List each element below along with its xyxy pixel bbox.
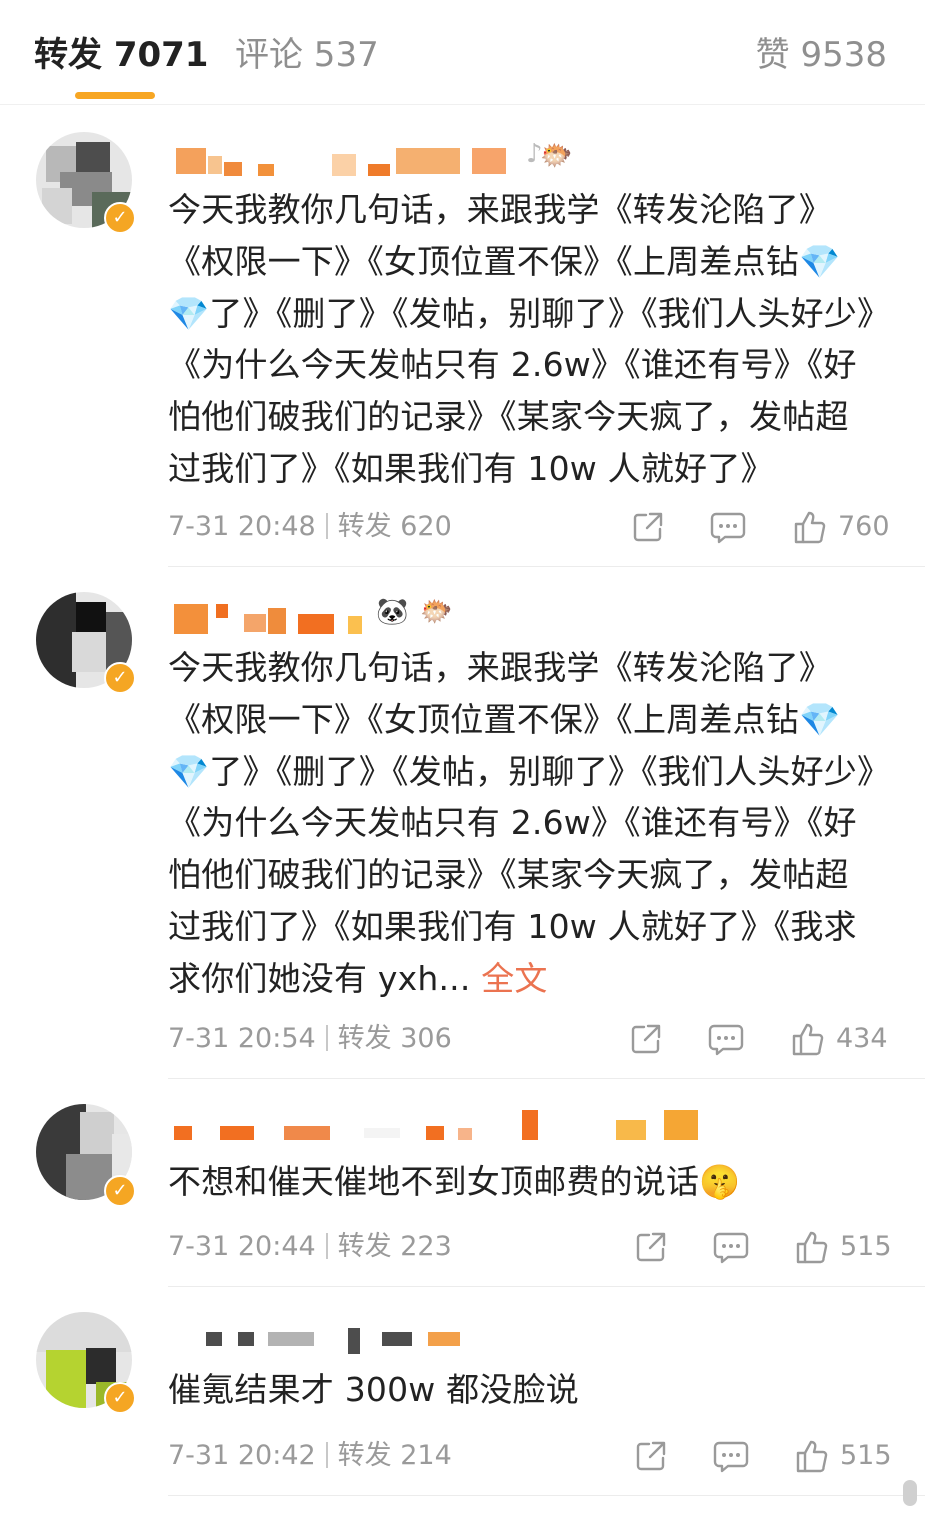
timestamp: 7-31 20:48 [168, 511, 316, 542]
verified-badge-icon: ✓ [104, 662, 136, 694]
repost-count: 转发 306 [337, 1023, 452, 1054]
comment-text: 不想和催天催地不到女顶邮费的说话🤫 [168, 1162, 741, 1201]
like-button[interactable]: 515 [794, 1438, 894, 1474]
comment-text: 今天我教你几句话，来跟我学《转发沦陷了》《权限一下》《女顶位置不保》《上周差点钻… [168, 648, 874, 998]
diamond-emoji: 💎 [168, 751, 210, 791]
diamond-emoji: 💎 [168, 293, 210, 333]
like-button[interactable]: 434 [790, 1021, 892, 1057]
comment-icon [710, 512, 746, 544]
share-icon [636, 1232, 666, 1262]
read-more-link[interactable]: 全文 [471, 959, 548, 998]
share-icon [636, 1441, 666, 1471]
username[interactable] [172, 1324, 472, 1356]
thumbs-up-icon [796, 1231, 828, 1264]
thumbs-up-icon [796, 1440, 828, 1473]
comment-button[interactable] [712, 1438, 750, 1474]
username[interactable] [172, 1108, 712, 1140]
thumbs-up-icon [794, 511, 826, 544]
tab-reposts[interactable]: 转发 7071 [34, 30, 208, 80]
comment-divider [168, 1286, 925, 1287]
meta-separator [325, 1233, 328, 1259]
comment-divider [168, 566, 925, 567]
like-count: 434 [836, 1023, 888, 1054]
meta-separator [325, 1025, 328, 1051]
share-button[interactable] [633, 1229, 669, 1265]
share-icon [631, 1024, 661, 1054]
tab-bar-divider [0, 104, 925, 105]
comment-icon [713, 1441, 749, 1473]
repost-count: 转发 620 [337, 511, 452, 542]
timestamp: 7-31 20:42 [168, 1440, 316, 1471]
timestamp: 7-31 20:44 [168, 1231, 316, 1262]
comment-button[interactable] [707, 1021, 745, 1057]
comment-button[interactable] [712, 1229, 750, 1265]
verified-badge-icon: ✓ [104, 1382, 136, 1414]
share-icon [633, 512, 663, 542]
scrollbar-handle[interactable] [903, 1480, 917, 1506]
meta-separator [325, 513, 328, 539]
puffer-fish-emoji: 🐡 [540, 141, 573, 171]
verified-badge-icon: ✓ [104, 1175, 136, 1207]
verified-badge-icon: ✓ [104, 202, 136, 234]
comment-meta: 7-31 20:54 转发 306 [168, 1021, 452, 1057]
comment-meta: 7-31 20:48 转发 620 [168, 509, 452, 545]
diamond-emoji: 💎 [799, 241, 841, 281]
comment-text: 今天我教你几句话，来跟我学《转发沦陷了》《权限一下》《女顶位置不保》《上周差点钻… [168, 190, 874, 488]
share-button[interactable] [633, 1438, 669, 1474]
comment-button[interactable] [709, 509, 747, 545]
repost-count: 转发 214 [337, 1440, 452, 1471]
puffer-fish-emoji: 🐡 [420, 597, 453, 627]
timestamp: 7-31 20:54 [168, 1023, 316, 1054]
panda-emoji: 🐼 [376, 597, 409, 627]
share-button[interactable] [630, 509, 666, 545]
tab-comments[interactable]: 评论 537 [235, 30, 379, 80]
comment-divider [168, 1078, 925, 1079]
active-tab-indicator [75, 92, 155, 99]
comment-meta: 7-31 20:42 转发 214 [168, 1438, 452, 1474]
like-button[interactable]: 760 [792, 509, 892, 545]
tab-bar: 转发 7071 评论 537 赞 9538 [0, 0, 925, 104]
share-button[interactable] [628, 1021, 664, 1057]
like-count: 515 [840, 1440, 892, 1471]
shush-emoji: 🤫 [699, 1162, 741, 1201]
repost-count: 转发 223 [337, 1231, 452, 1262]
tab-likes[interactable]: 赞 9538 [756, 30, 887, 80]
thumbs-up-icon [792, 1023, 824, 1056]
like-count: 760 [838, 511, 890, 542]
meta-separator [325, 1442, 328, 1468]
comment-icon [713, 1232, 749, 1264]
comment-text: 催氪结果才 300w 都没脸说 [168, 1370, 579, 1409]
like-button[interactable]: 515 [794, 1229, 894, 1265]
username[interactable]: ♪ 🐡 [172, 139, 592, 176]
like-count: 515 [840, 1231, 892, 1262]
diamond-emoji: 💎 [799, 699, 841, 739]
comment-divider [168, 1495, 925, 1496]
username[interactable]: 🐼 🐡 [172, 597, 472, 634]
comment-meta: 7-31 20:44 转发 223 [168, 1229, 452, 1265]
comment-icon [708, 1024, 744, 1056]
